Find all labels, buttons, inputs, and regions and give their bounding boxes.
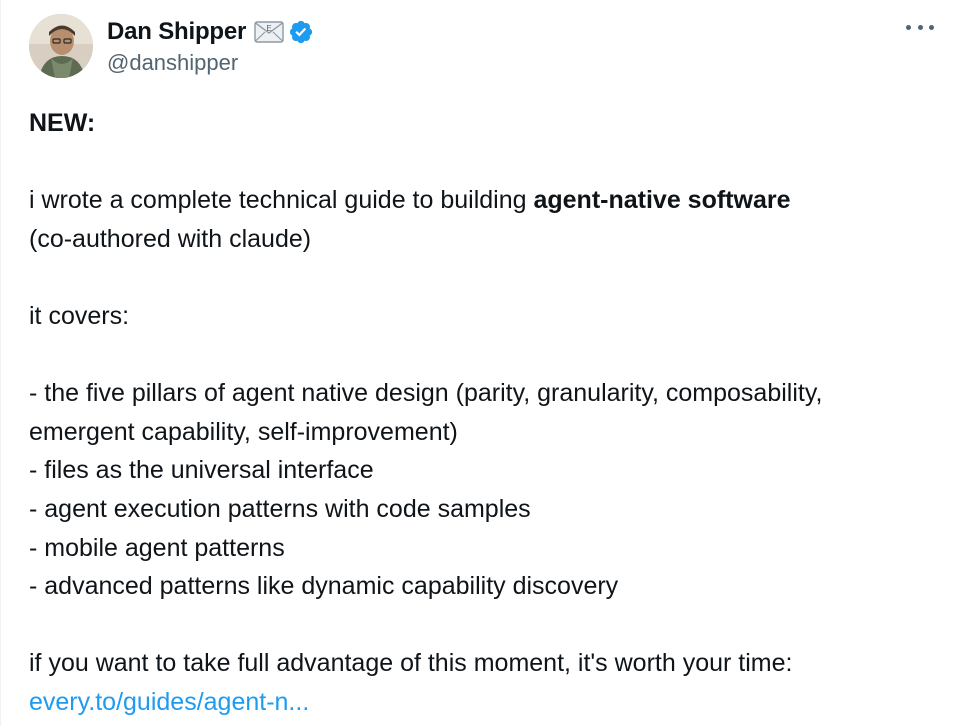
bullet-line: - mobile agent patterns: [29, 533, 285, 562]
tweet-intro: i wrote a complete technical guide to bu…: [29, 181, 939, 220]
tweet-closing: if you want to take full advantage of th…: [29, 649, 793, 678]
tweet-text: NEW: i wrote a complete technical guide …: [29, 104, 939, 722]
envelope-emoji-icon: E: [254, 21, 284, 43]
intro-suffix: (co-authored with claude): [29, 224, 312, 253]
mail-badge-letter: E: [266, 24, 271, 33]
dot-icon: [917, 24, 923, 30]
bullet-line: - files as the universal interface: [29, 456, 374, 485]
name-row: Dan Shipper E: [107, 16, 314, 48]
tweet-card: Dan Shipper E @danshipper NEW: i wrote a…: [0, 0, 960, 726]
bullet-line: - advanced patterns like dynamic capabil…: [29, 572, 619, 601]
avatar[interactable]: [29, 14, 93, 78]
bullet-line: emergent capability, self-improvement): [29, 417, 458, 446]
bullet-line: - agent execution patterns with code sam…: [29, 494, 531, 523]
tweet-header: Dan Shipper E @danshipper: [29, 14, 314, 78]
guide-link[interactable]: every.to/guides/agent-n...: [29, 688, 309, 716]
covers-label: it covers:: [29, 301, 130, 330]
avatar-image: [29, 14, 93, 78]
bullet-line: - the five pillars of agent native desig…: [29, 379, 823, 408]
more-options-button[interactable]: [906, 16, 934, 38]
intro-bold: agent-native software: [533, 186, 791, 215]
tweet-headline: NEW:: [29, 109, 96, 137]
author-handle[interactable]: @danshipper: [107, 50, 314, 76]
dot-icon: [906, 24, 911, 30]
author-names: Dan Shipper E @danshipper: [107, 16, 314, 76]
verified-badge-icon[interactable]: [288, 19, 314, 45]
display-name[interactable]: Dan Shipper: [107, 18, 246, 46]
intro-prefix: i wrote a complete technical guide to bu…: [29, 186, 534, 215]
dot-icon: [929, 24, 934, 30]
